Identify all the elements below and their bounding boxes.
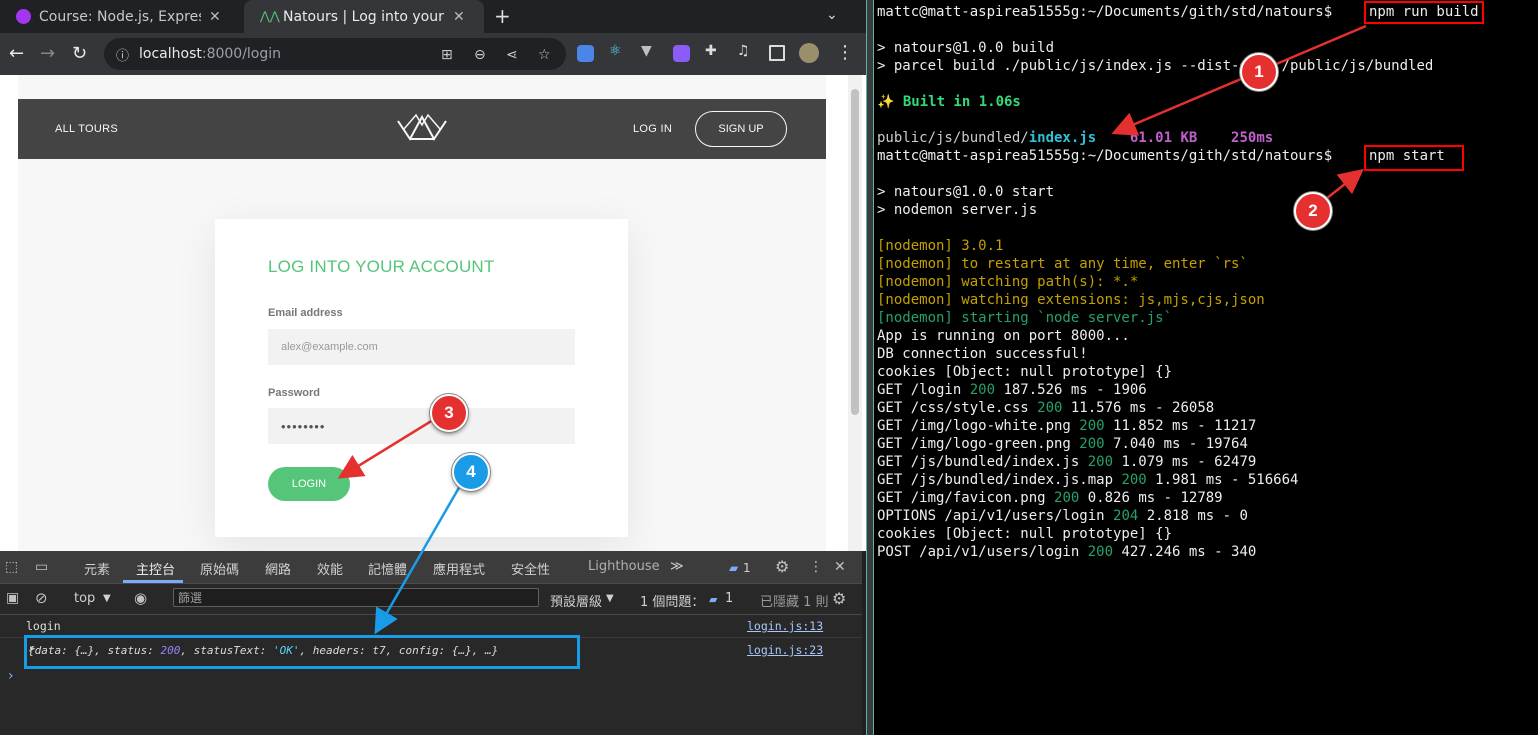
annotation-badge-2: 2 (1294, 192, 1332, 230)
annotation-badge-1: 1 (1240, 53, 1278, 91)
annotation-badge-3: 3 (430, 394, 468, 432)
annotation-arrows (337, 24, 1367, 635)
arrow-3 (337, 410, 447, 479)
arrow-4 (374, 471, 470, 635)
annotation-badge-4: 4 (452, 453, 490, 491)
